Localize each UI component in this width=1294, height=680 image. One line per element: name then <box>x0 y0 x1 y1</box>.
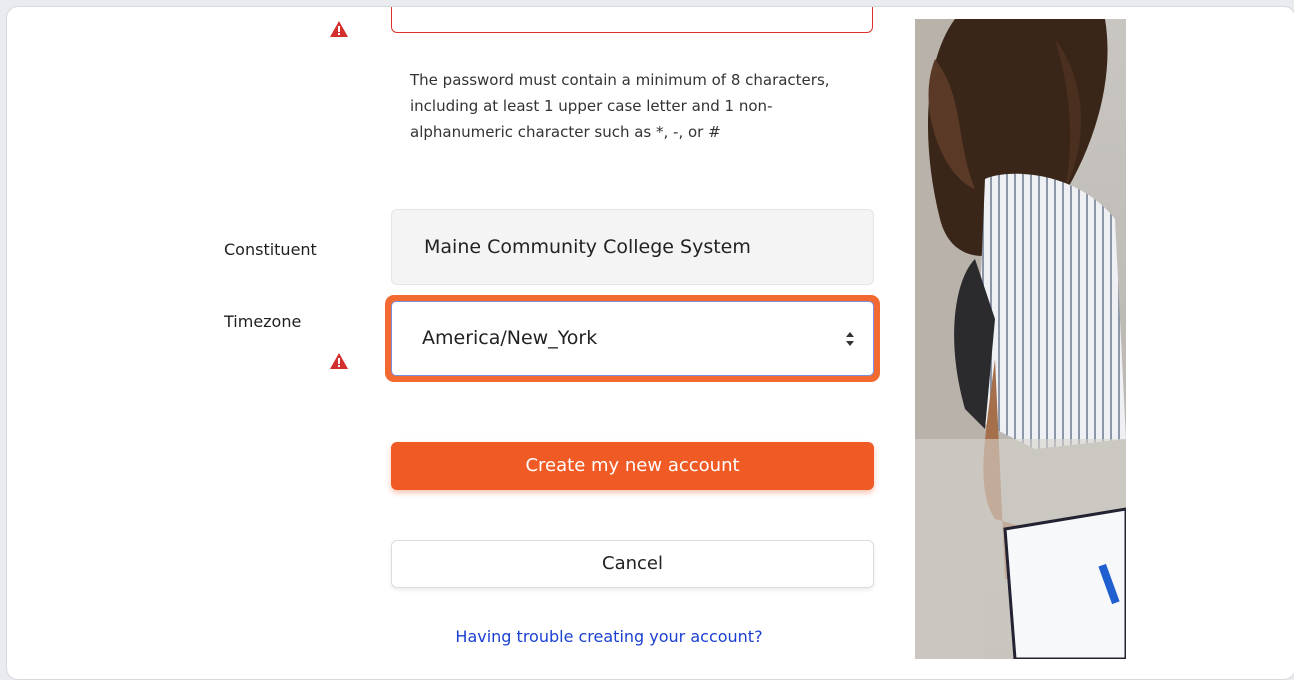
constituent-field: Maine Community College System <box>391 209 874 285</box>
person-at-desk-image <box>915 19 1126 659</box>
timezone-selected-value: America/New_York <box>422 327 598 349</box>
help-link[interactable]: Having trouble creating your account? <box>391 627 827 646</box>
timezone-label: Timezone <box>224 312 302 331</box>
registration-card: The password must contain a minimum of 8… <box>6 6 1294 680</box>
warning-triangle-icon <box>330 21 348 37</box>
cancel-button[interactable]: Cancel <box>391 540 874 588</box>
constituent-label: Constituent <box>224 240 317 259</box>
side-photo <box>915 19 1126 659</box>
warning-triangle-icon <box>330 353 348 369</box>
password-confirm-input[interactable] <box>391 7 873 33</box>
password-hint: The password must contain a minimum of 8… <box>410 71 830 141</box>
updown-arrows-icon <box>846 332 854 346</box>
timezone-select[interactable]: America/New_York <box>391 301 874 376</box>
create-account-button[interactable]: Create my new account <box>391 442 874 490</box>
